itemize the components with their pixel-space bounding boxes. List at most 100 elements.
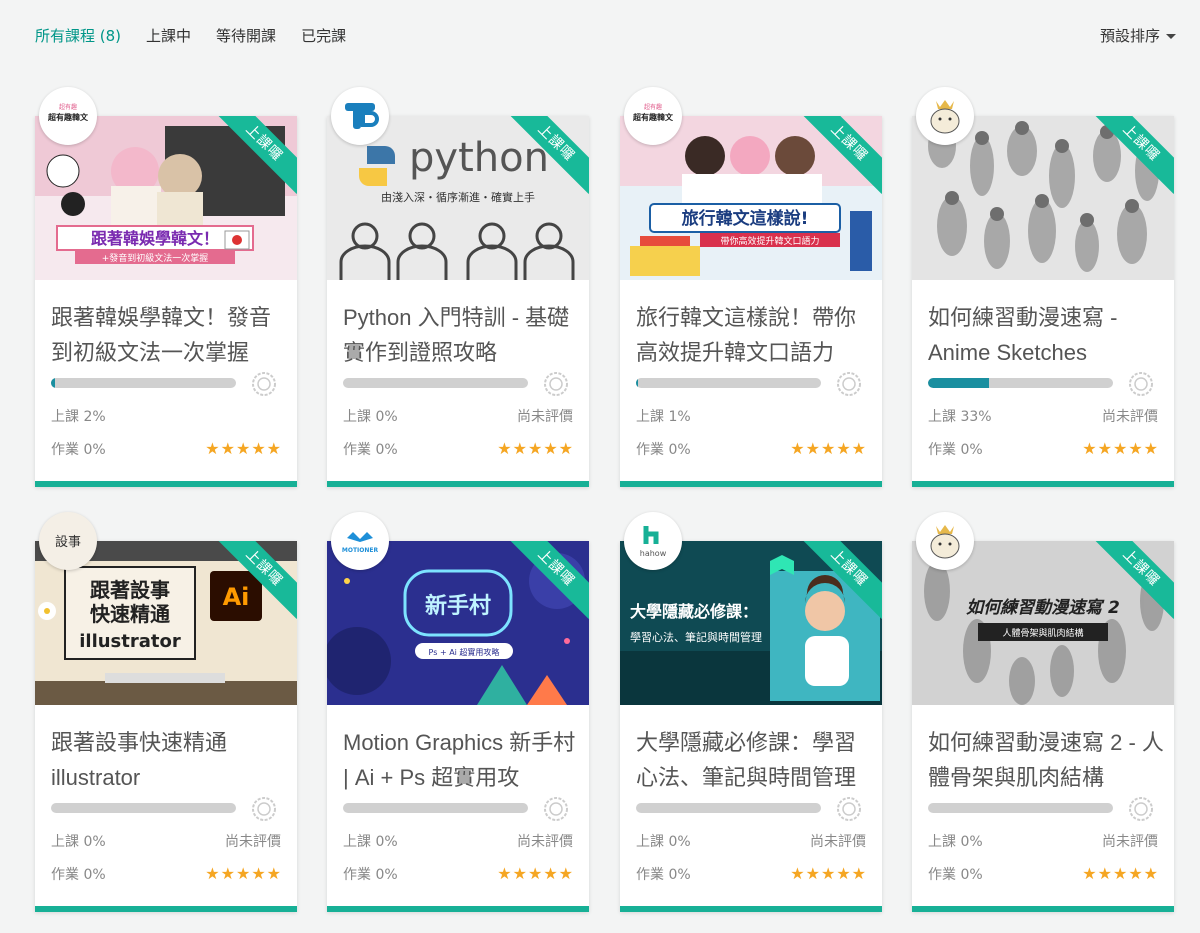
star-icon: ★ [836, 864, 851, 883]
svg-text:跟著設事: 跟著設事 [90, 578, 170, 602]
homework-progress-label: 作業 0% [51, 442, 106, 458]
instructor-logo [331, 87, 389, 145]
caret-down-icon [1166, 33, 1176, 39]
class-stat-row: 上課 0% 尚未評價 [343, 406, 573, 426]
class-stat-row: 上課 0% 尚未評價 [343, 831, 573, 851]
star-icon: ★ [512, 864, 527, 883]
course-title[interactable]: 如何練習動漫速寫 - Anime Sketches [928, 300, 1164, 372]
tab-in-progress[interactable]: 上課中 [146, 26, 191, 46]
tab-waiting[interactable]: 等待開課 [216, 26, 276, 46]
course-card[interactable]: MOTIONER 新手村 Ps + Ai 超實用攻略 上課囉 Motion Gr… [327, 512, 589, 912]
thumbnail-subtitle: 由淺入深・循序漸進・確實上手 [381, 190, 535, 204]
homework-stat-row: 作業 0% ★ ★ ★ ★ ★ [51, 864, 281, 884]
thumbnail-title: 大學隱藏必修課： [630, 602, 758, 621]
logo-text: 設事 [55, 534, 81, 550]
star-icon: ★ [205, 439, 220, 458]
sort-dropdown[interactable]: 預設排序 [1100, 26, 1176, 46]
course-card[interactable]: python 由淺入深・循序漸進・確實上手 上課囉 Python 入門特訓 - … [327, 87, 589, 487]
homework-progress-label: 作業 0% [343, 442, 398, 458]
star-icon: ★ [558, 439, 573, 458]
thumbnail-subtitle: 學習心法、筆記與時間管理 [630, 630, 762, 644]
thumbnail-title: 如何練習動漫速寫 2 [966, 598, 1120, 618]
certificate-icon [252, 797, 276, 821]
instructor-logo [916, 512, 974, 570]
star-icon: ★ [205, 864, 220, 883]
star-icon: ★ [805, 439, 820, 458]
star-icon: ★ [836, 439, 851, 458]
course-title[interactable]: Python 入門特訓 - 基礎實作到證照攻略 [343, 300, 579, 372]
course-card[interactable]: 超有趣 超有趣韓文 跟著韓娛學韓文！ +發音到初級文法一次掌握 上課囉 跟著韓娛… [35, 87, 297, 487]
homework-progress-label: 作業 0% [928, 867, 983, 883]
star-icon: ★ [497, 439, 512, 458]
svg-text:超有趣: 超有趣 [644, 103, 662, 111]
class-stat-row: 上課 33% 尚未評價 [928, 406, 1158, 426]
class-progress-label: 上課 0% [928, 834, 983, 850]
star-icon: ★ [1097, 864, 1112, 883]
certificate-icon [837, 797, 861, 821]
star-icon: ★ [235, 439, 251, 458]
star-icon: ★ [820, 864, 836, 883]
progress-bar [51, 803, 236, 813]
course-card[interactable]: 如何練習動漫速寫 2 人體骨架與肌肉結構 上課囉 如何練習動漫速寫 2 - 人體… [912, 512, 1174, 912]
tab-completed[interactable]: 已完課 [301, 26, 346, 46]
star-rating: ★ ★ ★ ★ ★ [1082, 866, 1158, 882]
class-stat-row: 上課 0% 尚未評價 [636, 831, 866, 851]
course-title[interactable]: 旅行韓文這樣說！帶你高效提升韓文口語力 [636, 300, 872, 372]
progress-fill [928, 378, 990, 388]
course-title[interactable]: 跟著韓娛學韓文！發音到初級文法一次掌握 [51, 300, 287, 372]
certificate-icon [252, 372, 276, 396]
course-card[interactable]: 設事 跟著設事 快速精通 illustrator Ai 上課囉 跟著設事快速精通… [35, 512, 297, 912]
homework-progress-label: 作業 0% [928, 442, 983, 458]
course-grid: 超有趣 超有趣韓文 跟著韓娛學韓文！ +發音到初級文法一次掌握 上課囉 跟著韓娛… [35, 87, 1175, 928]
thumbnail-title: python [409, 135, 549, 181]
star-rating: ★ ★ ★ ★ ★ [205, 441, 281, 457]
star-icon: ★ [1082, 439, 1097, 458]
progress-fill [51, 378, 55, 388]
homework-stat-row: 作業 0% ★ ★ ★ ★ ★ [51, 439, 281, 459]
thumbnail-title: 新手村 [425, 593, 491, 619]
course-card[interactable]: 超有趣 超有趣韓文 旅行韓文這樣說! 帶你高效提升韓文口語力 上課囉 旅行韓文這… [620, 87, 882, 487]
tab-all-courses[interactable]: 所有課程 (8) [35, 26, 121, 46]
star-icon: ★ [1143, 439, 1158, 458]
class-progress-label: 上課 1% [636, 409, 691, 425]
rating-label: 尚未評價 [1102, 834, 1158, 850]
progress-fill [636, 378, 638, 388]
star-icon: ★ [790, 439, 805, 458]
progress-bar [343, 803, 528, 813]
certificate-icon [1129, 797, 1153, 821]
star-icon: ★ [790, 864, 805, 883]
rating-label: 尚未評價 [225, 834, 281, 850]
course-title[interactable]: 如何練習動漫速寫 2 - 人體骨架與肌肉結構 [928, 725, 1164, 797]
logo-text: 超有趣韓文 [632, 112, 674, 122]
star-rating: ★ ★ ★ ★ ★ [205, 866, 281, 882]
instructor-logo: 超有趣 超有趣韓文 [624, 87, 682, 145]
instructor-logo: hahow [624, 512, 682, 570]
course-title[interactable]: 大學隱藏必修課：學習心法、筆記與時間管理 [636, 725, 872, 797]
star-icon: ★ [1082, 864, 1097, 883]
progress-bar [928, 378, 1113, 388]
rating-label: 尚未評價 [517, 834, 573, 850]
class-progress-label: 上課 0% [636, 834, 691, 850]
star-icon: ★ [512, 439, 527, 458]
rating-label: 尚未評價 [1102, 409, 1158, 425]
course-title[interactable]: Motion Graphics 新手村 | Ai + Ps 超實用攻 [343, 725, 579, 797]
star-icon: ★ [251, 864, 266, 883]
star-icon: ★ [527, 439, 543, 458]
star-icon: ★ [251, 439, 266, 458]
homework-stat-row: 作業 0% ★ ★ ★ ★ ★ [928, 439, 1158, 459]
course-card[interactable]: 上課囉 如何練習動漫速寫 - Anime Sketches 上課 33% 尚未評… [912, 87, 1174, 487]
course-title[interactable]: 跟著設事快速精通 illustrator [51, 725, 287, 797]
homework-progress-label: 作業 0% [636, 867, 691, 883]
star-icon: ★ [543, 864, 558, 883]
logo-text: MOTIONER [342, 547, 379, 554]
star-icon: ★ [820, 439, 836, 458]
course-card[interactable]: hahow 大學隱藏必修課： 學習心法、筆記與時間管理 上課囉 大學隱藏必修課：… [620, 512, 882, 912]
homework-progress-label: 作業 0% [343, 867, 398, 883]
class-stat-row: 上課 0% 尚未評價 [928, 831, 1158, 851]
logo-text: 超有趣韓文 [47, 112, 89, 122]
star-icon: ★ [220, 864, 235, 883]
star-icon: ★ [1112, 439, 1128, 458]
svg-text:快速精通: 快速精通 [90, 602, 170, 626]
class-progress-label: 上課 0% [343, 834, 398, 850]
thumbnail-subtitle: illustrator [79, 631, 181, 652]
